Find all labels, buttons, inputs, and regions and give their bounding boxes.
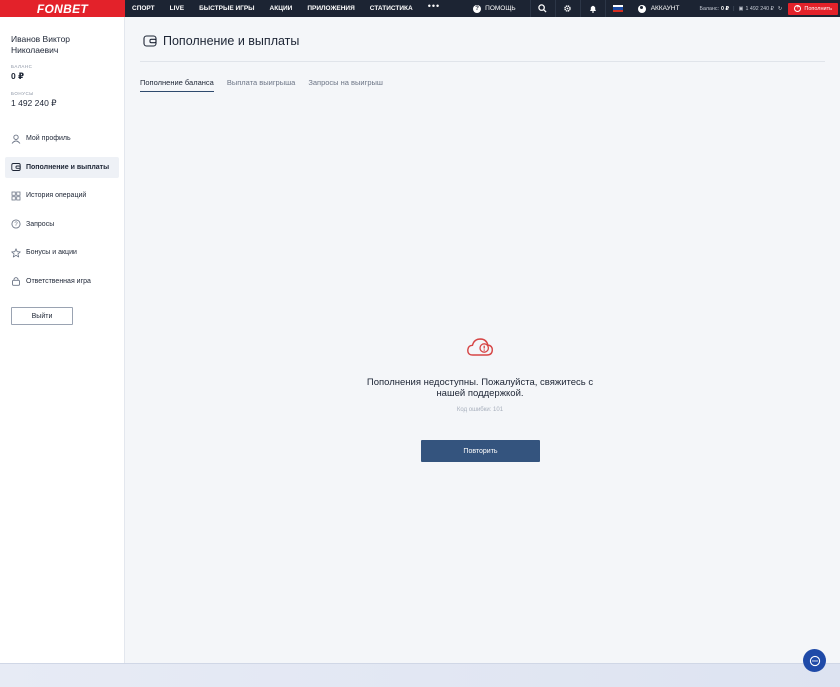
bell-icon bbox=[589, 5, 596, 13]
sidebar-item-label: Запросы bbox=[26, 220, 55, 228]
payment-tabs: Пополнение баланса Выплата выигрыша Запр… bbox=[140, 78, 396, 92]
fonbet-logo[interactable]: FONBET bbox=[0, 0, 125, 17]
retry-button[interactable]: Повторить bbox=[421, 440, 540, 462]
bonus-label: БОНУСЫ bbox=[11, 91, 34, 96]
sidebar-item-label: Ответственная игра bbox=[26, 277, 91, 285]
user-icon bbox=[11, 134, 21, 144]
plus-icon: + bbox=[794, 5, 802, 12]
page-title: Пополнение и выплаты bbox=[163, 34, 300, 48]
top-bar: FONBET СПОРТ LIVE БЫСТРЫЕ ИГРЫ АКЦИИ ПРИ… bbox=[0, 0, 840, 17]
sidebar-item-label: Мой профиль bbox=[26, 135, 71, 142]
star-icon bbox=[11, 247, 21, 258]
header-bonus-value: 1 492 240 ₽ bbox=[745, 5, 774, 12]
error-code: Код ошибки: 101 bbox=[456, 407, 504, 413]
header-balance: Баланс: 0 ₽ | ▣ 1 492 240 ₽ ↻ bbox=[699, 6, 782, 12]
sidebar-item-label: Бонусы и акции bbox=[26, 249, 77, 256]
russia-flag-icon bbox=[612, 5, 623, 12]
sidebar-item-bonuses[interactable]: Бонусы и акции bbox=[5, 242, 119, 263]
user-name: Иванов Виктор Николаевич bbox=[11, 34, 71, 55]
question-icon: ? bbox=[11, 219, 21, 229]
gift-icon: ▣ bbox=[738, 5, 744, 12]
tab-withdrawal-requests[interactable]: Запросы на выигрыш bbox=[308, 78, 383, 92]
divider bbox=[140, 61, 825, 62]
main-nav: СПОРТ LIVE БЫСТРЫЕ ИГРЫ АКЦИИ ПРИЛОЖЕНИЯ… bbox=[132, 0, 440, 17]
header-balance-value: 0 ₽ bbox=[720, 5, 730, 12]
grid-icon bbox=[11, 191, 21, 201]
sidebar-item-payments[interactable]: Пополнение и выплаты bbox=[5, 156, 119, 178]
chat-icon bbox=[809, 655, 820, 666]
sidebar-item-profile[interactable]: Мой профиль bbox=[5, 128, 119, 149]
nav-promotions[interactable]: АКЦИИ bbox=[270, 5, 293, 12]
sidebar: Иванов Виктор Николаевич БАЛАНС 0 ₽ БОНУ… bbox=[0, 17, 125, 663]
nav-statistics[interactable]: СТАТИСТИКА bbox=[370, 5, 413, 12]
help-label: ПОМОЩЬ bbox=[485, 5, 516, 12]
lock-icon bbox=[11, 276, 21, 286]
account-label: АККАУНТ bbox=[650, 5, 680, 12]
search-icon bbox=[538, 4, 547, 13]
nav-sport[interactable]: СПОРТ bbox=[132, 5, 155, 12]
deposit-button[interactable]: + Пополнить bbox=[788, 2, 838, 15]
wallet-icon bbox=[143, 35, 157, 47]
sidebar-item-history[interactable]: История операций bbox=[5, 185, 119, 206]
logout-button[interactable]: Выйти bbox=[11, 307, 73, 325]
notifications-button[interactable] bbox=[579, 0, 605, 17]
settings-button[interactable] bbox=[554, 0, 580, 17]
wallet-icon bbox=[11, 162, 21, 172]
nav-apps[interactable]: ПРИЛОЖЕНИЯ bbox=[307, 5, 354, 12]
divider: | bbox=[733, 5, 735, 12]
refresh-icon[interactable]: ↻ bbox=[778, 6, 782, 12]
account-icon bbox=[637, 4, 646, 13]
error-message: Пополнения недоступны. Пожалуйста, свяжи… bbox=[366, 377, 594, 399]
sidebar-item-label: История операций bbox=[26, 192, 87, 199]
help-link[interactable]: ? ПОМОЩЬ bbox=[473, 4, 516, 13]
help-icon: ? bbox=[473, 4, 482, 13]
sidebar-item-label: Пополнение и выплаты bbox=[26, 163, 110, 171]
balance-label: БАЛАНС bbox=[11, 64, 33, 69]
balance-value: 0 ₽ bbox=[11, 71, 25, 81]
nav-more-icon[interactable]: ••• bbox=[428, 2, 440, 11]
sidebar-menu: Мой профиль Пополнение и выплаты История… bbox=[5, 128, 119, 299]
sidebar-item-requests[interactable]: ? Запросы bbox=[5, 214, 119, 235]
search-button[interactable] bbox=[529, 0, 555, 17]
header-balance-label: Баланс: bbox=[699, 5, 719, 12]
nav-live[interactable]: LIVE bbox=[170, 5, 184, 12]
account-menu[interactable]: АККАУНТ bbox=[637, 4, 680, 13]
nav-fast-games[interactable]: БЫСТРЫЕ ИГРЫ bbox=[199, 5, 254, 12]
bottom-bar bbox=[0, 663, 840, 687]
bonus-value: 1 492 240 ₽ bbox=[11, 98, 57, 108]
tab-withdrawal[interactable]: Выплата выигрыша bbox=[227, 78, 296, 92]
page-header: Пополнение и выплаты bbox=[143, 34, 299, 48]
sidebar-item-responsible-gaming[interactable]: Ответственная игра bbox=[5, 271, 119, 292]
tab-deposit[interactable]: Пополнение баланса bbox=[140, 78, 214, 92]
deposit-label: Пополнить bbox=[804, 5, 832, 12]
language-button[interactable] bbox=[604, 0, 630, 17]
cloud-error-icon bbox=[467, 338, 494, 356]
top-bar-tools: ? ПОМОЩЬ АККАУНТ Баланс: 0 ₽ | ▣ 1 492 2… bbox=[473, 0, 840, 17]
support-chat-button[interactable] bbox=[803, 649, 826, 672]
gear-icon bbox=[564, 5, 571, 12]
